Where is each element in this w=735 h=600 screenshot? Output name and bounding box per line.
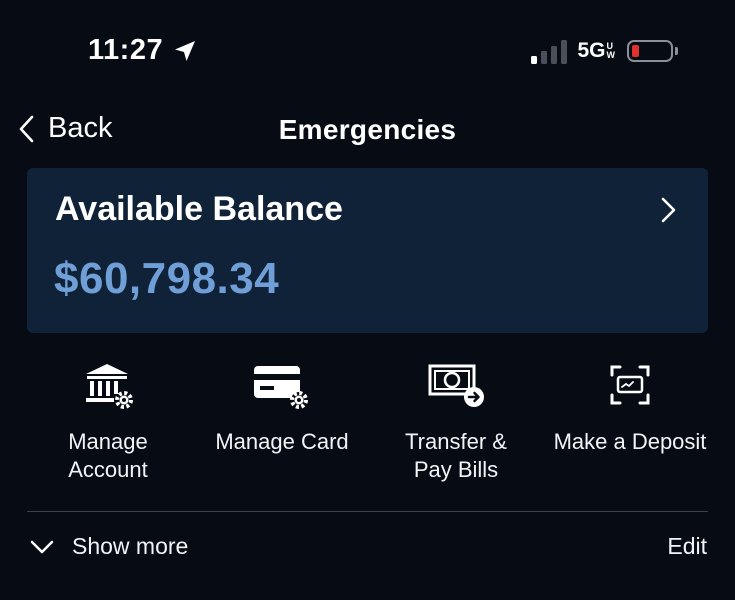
manage-account-label: Manage Account [68,429,148,482]
transfer-pay-bills-label: Transfer & Pay Bills [405,429,507,482]
quick-actions: Manage Account Manage Card Transfer & Pa… [20,362,720,492]
page-title: Emergencies [278,114,457,145]
status-indicators: 5G U W [531,38,678,64]
network-label: 5G [577,39,606,62]
manage-card-label: Manage Card [215,429,349,454]
manage-account-button[interactable]: Manage Account [20,362,196,492]
transfer-bill-icon [428,364,484,407]
app-screen: 11:27 5G U W Back Emergencies Available … [0,0,735,600]
balance-amount: $60,798.34 [54,254,280,303]
transfer-pay-bills-button[interactable]: Transfer & Pay Bills [368,362,544,492]
network-subscript: U W [607,42,616,60]
battery-fill [632,45,639,57]
make-deposit-button[interactable]: Make a Deposit [542,362,718,492]
show-more-label: Show more [72,533,189,559]
location-arrow-icon [175,40,196,61]
cellular-signal-icon [531,38,568,64]
balance-label: Available Balance [55,190,343,228]
status-time: 11:27 [88,34,197,67]
chevron-down-icon [30,540,54,553]
check-scan-icon [610,365,650,405]
make-deposit-label: Make a Deposit [553,429,707,454]
network-type: 5G U W [577,39,615,63]
battery-nub [675,47,678,55]
battery-icon [627,40,678,62]
edit-button[interactable]: Edit [667,533,707,560]
signal-bar [531,56,538,64]
chevron-right-icon [661,197,676,223]
section-divider [27,511,708,512]
available-balance-card[interactable]: Available Balance $60,798.34 [27,168,708,333]
manage-card-button[interactable]: Manage Card [194,362,370,492]
signal-bar [541,51,548,64]
card-settings-icon [254,366,308,409]
signal-bar [551,46,558,64]
bank-settings-icon [86,364,133,409]
show-more-button[interactable]: Show more [30,533,188,560]
status-time-text: 11:27 [88,34,164,66]
signal-bar [561,40,568,64]
network-sub-bottom: W [606,50,616,60]
